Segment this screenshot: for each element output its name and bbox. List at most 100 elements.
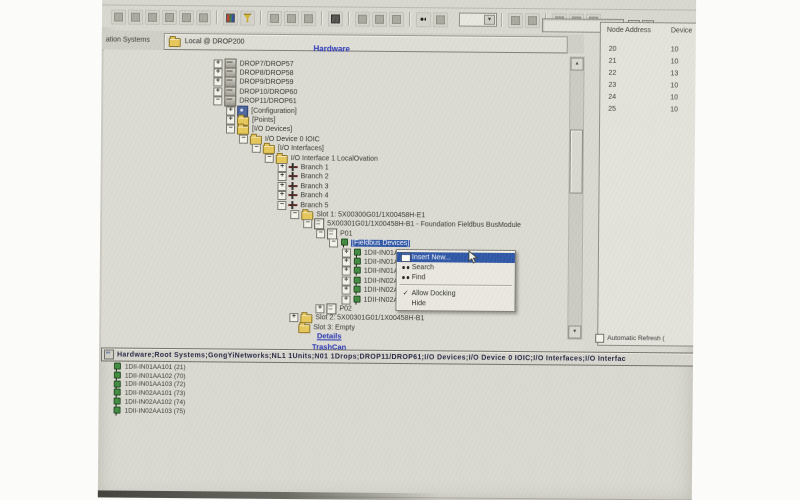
context-menu: Insert New...SearchFind✓Allow DockingHid… [395, 249, 516, 312]
scroll-down-button[interactable]: ▼ [568, 325, 581, 338]
tree-expander[interactable]: + [213, 78, 222, 87]
tree-expander[interactable]: + [342, 257, 351, 266]
branch-icon [288, 191, 297, 200]
device-list: 1DII-IN01AA101 (21)1DII-IN01AA102 (70)1D… [113, 363, 186, 416]
tree-node-label: Branch 3 [300, 183, 328, 190]
node-address-cell: 20 [609, 45, 671, 53]
binoculars-icon[interactable] [416, 12, 431, 27]
context-menu-item-find[interactable]: Find [397, 272, 515, 283]
screen-photo: FileEditOperationBrowseViewWindowHelp ▾ … [98, 0, 696, 500]
check-icon: ✓ [400, 289, 412, 297]
context-menu-item-hide[interactable]: Hide [396, 298, 514, 309]
device-label: 1DII-IN02AA103 (75) [125, 408, 186, 416]
tree-expander[interactable]: − [265, 153, 274, 162]
tree-expander[interactable]: − [277, 200, 286, 209]
node-table-row[interactable]: 2110 [609, 55, 679, 68]
tree-expander[interactable]: − [316, 229, 325, 238]
toolbar-dropdown[interactable]: ▾ [459, 13, 497, 27]
device-icon [353, 267, 361, 276]
tree-node-label: [I/O Interfaces] [278, 145, 324, 152]
node-address-cell: 23 [608, 81, 670, 89]
node-address-cell: 21 [609, 57, 671, 65]
hardware-path: Hardware;Root Systems;GongYiNetworks;NL1… [117, 351, 626, 362]
refresh-icon[interactable] [389, 11, 404, 26]
auto-refresh-label: Automatic Refresh ( [607, 334, 664, 342]
node-table-row[interactable]: 2410 [608, 91, 678, 104]
paste-icon[interactable] [196, 10, 211, 25]
device-label: 1DII-IN01AA101 (21) [125, 364, 186, 372]
tree-expander[interactable]: − [329, 239, 338, 248]
col-device: Device [671, 27, 692, 34]
tree-expander[interactable]: + [342, 286, 351, 295]
scroll-up-button[interactable]: ▲ [571, 58, 584, 71]
new-icon[interactable] [128, 9, 143, 24]
tree-scrollbar[interactable]: ▲ ▼ [567, 56, 584, 339]
node-table-row[interactable]: 2310 [608, 79, 678, 92]
tree-expander[interactable]: − [226, 125, 235, 134]
device-icon [340, 239, 348, 248]
tree-expander[interactable]: + [277, 191, 286, 200]
print-icon[interactable] [111, 9, 126, 24]
node-table-row[interactable]: 2213 [608, 67, 678, 80]
device-icon [113, 371, 121, 380]
node-table-rows: 201021102213231024102510 [608, 43, 678, 116]
device-cell: 10 [670, 106, 678, 113]
chart-icon[interactable] [223, 10, 238, 25]
delete-icon[interactable] [372, 11, 387, 26]
bottom-panel: Hardware;Root Systems;GongYiNetworks;NL1… [100, 347, 693, 434]
tree-expander[interactable]: + [342, 267, 351, 276]
device-icon [113, 389, 121, 398]
scroll-thumb[interactable] [569, 130, 583, 194]
tree-expander[interactable]: + [278, 172, 287, 181]
device-list-item[interactable]: 1DII-IN02AA103 (75) [113, 407, 186, 416]
node-table-row[interactable]: 2010 [609, 43, 679, 56]
device-icon [353, 258, 361, 267]
tree-expander[interactable]: − [252, 144, 261, 153]
tree-expander[interactable]: + [289, 313, 298, 322]
camera-icon[interactable] [328, 11, 343, 26]
tree-expander[interactable]: + [277, 182, 286, 191]
tree-expander[interactable]: + [342, 276, 351, 285]
context-menu-label: Allow Docking [412, 290, 456, 297]
tree-expander[interactable]: + [342, 248, 351, 257]
tree-expander[interactable]: + [214, 59, 223, 68]
node-table-row[interactable]: 2510 [608, 103, 678, 116]
device-icon [113, 380, 121, 389]
tree-expander[interactable]: + [315, 304, 324, 313]
trace-icon[interactable] [433, 12, 448, 27]
tree-expander[interactable]: + [226, 106, 235, 115]
tree-node-label: [Configuration] [251, 107, 297, 114]
undo-icon[interactable] [145, 9, 160, 24]
auto-refresh-checkbox[interactable] [595, 333, 604, 342]
tree-expander[interactable]: + [226, 115, 235, 124]
device-icon [113, 406, 121, 415]
tree-expander[interactable]: + [278, 163, 287, 172]
copy-icon[interactable] [179, 10, 194, 25]
filter-icon[interactable] [240, 10, 255, 25]
tree-expander[interactable]: − [213, 96, 222, 105]
path-bar[interactable]: Hardware;Root Systems;GongYiNetworks;NL1… [101, 347, 695, 366]
tile-icon[interactable] [267, 10, 282, 25]
device-label: 1DII-IN02AA101 (73) [125, 390, 186, 398]
mouse-cursor [468, 251, 480, 270]
new-window-icon[interactable] [508, 12, 523, 27]
properties-icon[interactable] [525, 13, 540, 28]
tree-expander[interactable]: + [213, 68, 222, 77]
cut-icon[interactable] [162, 9, 177, 24]
tree-node-label: DROP7/DROP57 [240, 60, 294, 67]
tree-expander[interactable]: − [290, 210, 299, 219]
tree-node-label: Slot 2: 5X00301G01/1X00458H-B1 [315, 315, 424, 323]
tree-expander[interactable]: + [213, 87, 222, 96]
cascade-icon[interactable] [284, 11, 299, 26]
branch-icon [289, 163, 298, 172]
tree-node-label: DROP9/DROP59 [239, 79, 293, 86]
details-link[interactable]: Details [249, 331, 409, 341]
clipboard-icon[interactable] [301, 11, 316, 26]
toolbar-separator [216, 10, 218, 24]
device-cell: 13 [670, 70, 678, 77]
tree-expander[interactable]: − [239, 134, 248, 143]
find-icon[interactable] [355, 11, 370, 26]
tab-label: Local @ DROP200 [185, 38, 245, 46]
tree-expander[interactable]: + [341, 295, 350, 304]
tree-expander[interactable]: − [303, 219, 312, 228]
